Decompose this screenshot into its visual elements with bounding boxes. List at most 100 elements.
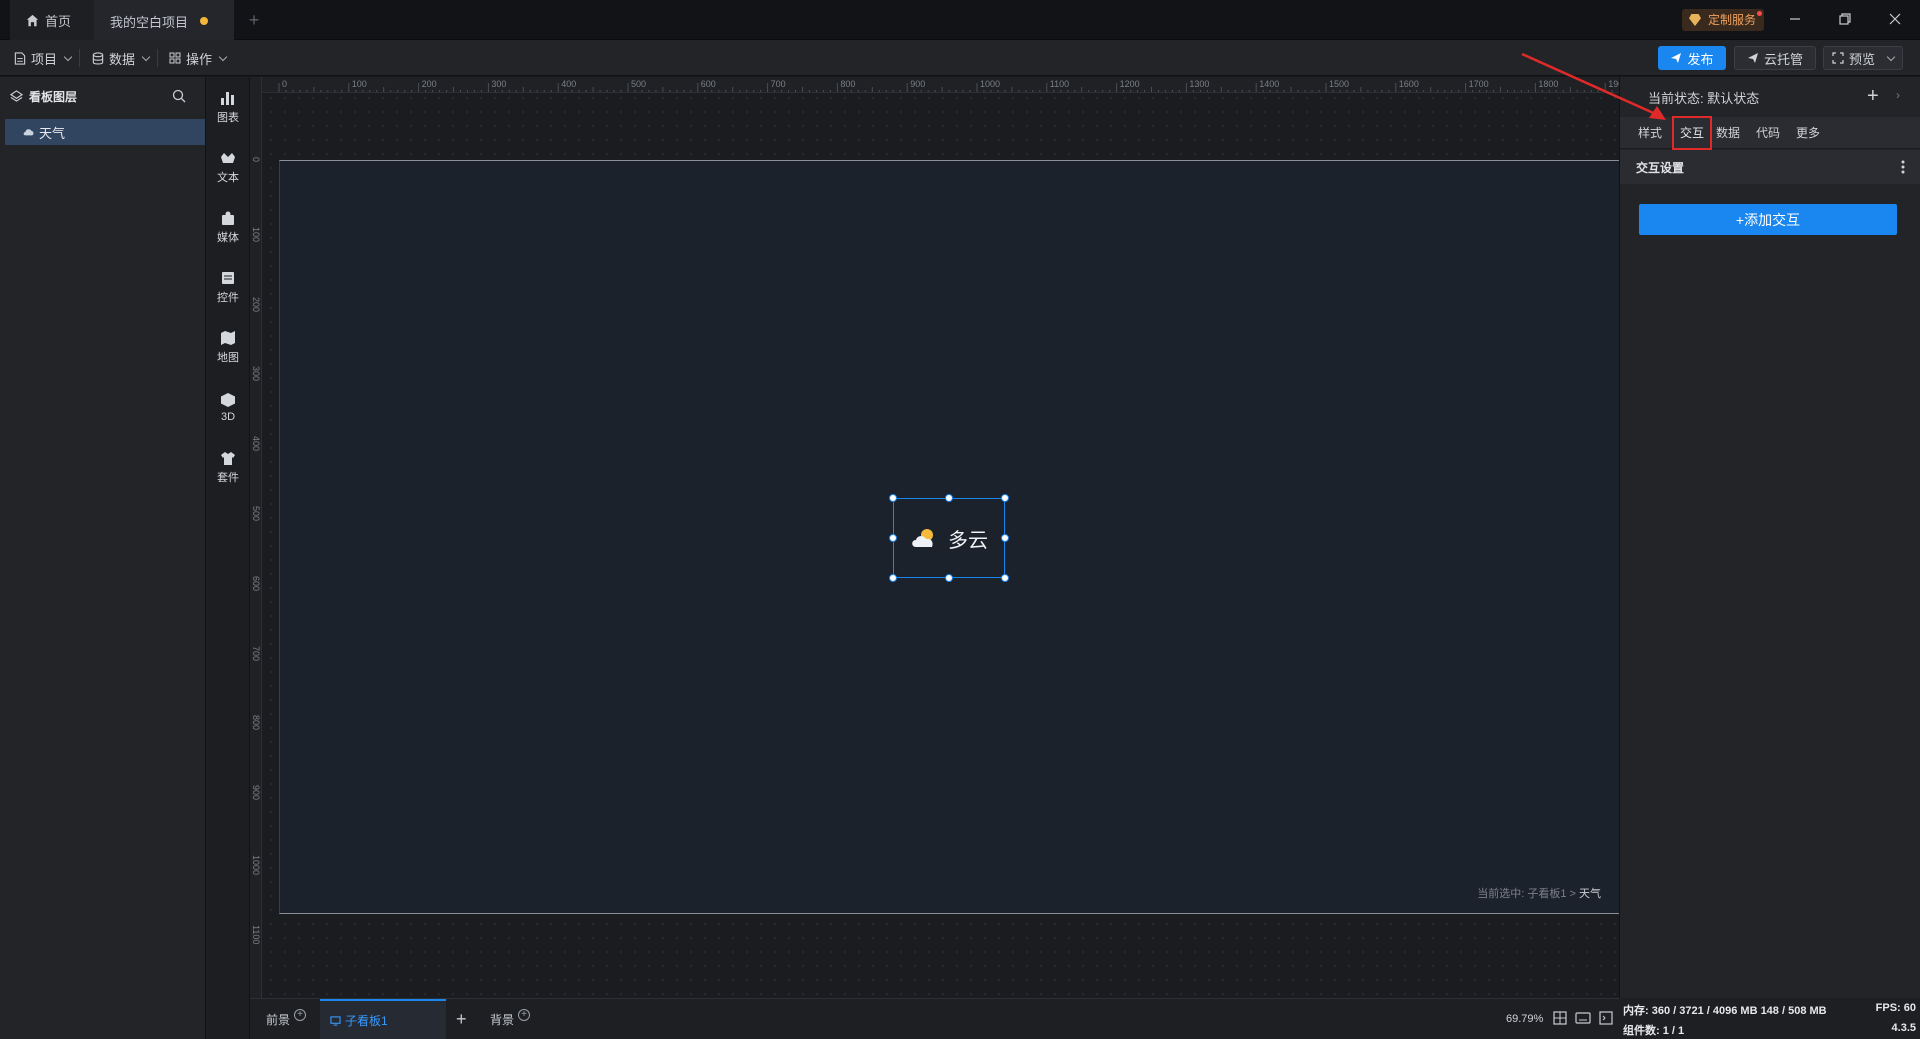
resize-handle[interactable] (1001, 494, 1009, 502)
status-bar: 内存: 360 / 3721 / 4096 MB 148 / 508 MB FP… (1619, 998, 1920, 1039)
version-label: 4.3.5 (1891, 1022, 1916, 1034)
resize-handle[interactable] (945, 494, 953, 502)
resize-handle[interactable] (1001, 574, 1009, 582)
menu-data-label: 数据 (109, 51, 136, 67)
minimize-icon[interactable] (1783, 8, 1807, 32)
layers-title: 看板图层 (29, 89, 78, 104)
component-chart-label: 图表 (217, 111, 239, 124)
ruler-tick-label: 1600 (1398, 79, 1419, 89)
kit-icon (221, 451, 235, 465)
ruler-tick-label: 500 (251, 506, 261, 522)
ruler-tick-label: 400 (251, 436, 261, 452)
add-foreground-icon[interactable]: + (294, 1008, 307, 1021)
resize-handle[interactable] (889, 534, 897, 542)
chevron-down-icon (63, 52, 73, 61)
selection-path-prefix: 当前选中: 子看板1 > (1477, 888, 1579, 900)
board-tabs-bar: 前景 + 子看板1 + 背景 + 69.79% (250, 998, 1619, 1039)
chevron-right-icon[interactable]: › (1896, 88, 1900, 102)
ruler-tick-label: 800 (840, 79, 856, 89)
layers-header: 看板图层 (0, 77, 205, 115)
add-interaction-label: +添加交互 (1735, 211, 1801, 228)
tab-home[interactable]: 首页 (10, 0, 94, 40)
menu-project-label: 项目 (31, 51, 58, 67)
component-media[interactable]: 媒体 (206, 203, 250, 251)
resize-handle[interactable] (889, 494, 897, 502)
resize-handle[interactable] (1001, 534, 1009, 542)
weather-widget[interactable]: 多云 (889, 494, 1009, 582)
media-icon (222, 211, 234, 225)
custom-service-button[interactable]: 定制服务 (1682, 9, 1765, 31)
component-chart[interactable]: 图表 (206, 83, 250, 131)
tab-code[interactable]: 代码 (1756, 117, 1780, 149)
bar-chart-icon (221, 91, 234, 105)
menu-operate[interactable]: 操作 (169, 48, 228, 68)
menu-operate-label: 操作 (186, 51, 213, 67)
component-kit[interactable]: 套件 (206, 443, 250, 491)
ruler-tick-label: 1000 (980, 79, 1001, 89)
foreground-tab[interactable]: 前景 + (266, 999, 307, 1039)
add-background-icon[interactable]: + (518, 1008, 531, 1021)
add-board-button[interactable]: + (456, 999, 467, 1039)
tab-more[interactable]: 更多 (1796, 117, 1820, 149)
ruler-tick-label: 300 (491, 79, 507, 89)
add-state-button[interactable]: + (1867, 85, 1879, 108)
partly-cloudy-icon (912, 529, 933, 547)
tab-project[interactable]: 我的空白项目 (94, 0, 234, 40)
component-3d[interactable]: 3D (206, 383, 250, 431)
grid-icon (169, 52, 181, 64)
restore-icon[interactable] (1833, 8, 1857, 32)
preview-button[interactable]: 预览 (1823, 46, 1903, 70)
publish-label: 发布 (1687, 51, 1714, 67)
component-text-label: 文本 (217, 171, 239, 184)
layer-item-weather[interactable]: 天气 (5, 119, 205, 145)
component-text[interactable]: 文本 (206, 143, 250, 191)
ruler-tick-label: 800 (251, 715, 261, 731)
ruler-tick-label: 1100 (1049, 79, 1070, 89)
menu-project[interactable]: 项目 (14, 48, 81, 68)
component-kit-label: 套件 (217, 471, 239, 484)
ruler-tick-label: 100 (251, 226, 261, 242)
component-map[interactable]: 地图 (206, 323, 250, 371)
menu-data[interactable]: 数据 (92, 48, 159, 68)
more-vertical-icon[interactable] (1901, 160, 1905, 174)
background-tab[interactable]: 背景 + (490, 999, 531, 1039)
unsaved-dot (200, 17, 209, 25)
ruler-tick-label: 300 (251, 366, 261, 382)
ruler-left: 0 100 200 300 400 500 600 700 800 900 1000 1100 (250, 77, 262, 998)
ruler-tick-label: 200 (421, 79, 437, 89)
new-tab-button[interactable]: + (244, 10, 264, 30)
resize-handle[interactable] (945, 574, 953, 582)
tab-data[interactable]: 数据 (1716, 117, 1740, 149)
ruler-tick-label: 600 (700, 79, 716, 89)
zoom-level[interactable]: 69.79% (1506, 1013, 1543, 1025)
ruler-top: 0 100 200 300 400 500 600 700 800 900 1000 1100 1200… (262, 77, 1619, 93)
cloud-hosting-button[interactable]: 云托管 (1734, 46, 1816, 70)
ruler-tick-label: 1400 (1259, 79, 1280, 89)
ruler-tick-label: 900 (251, 785, 261, 801)
home-icon (26, 14, 39, 26)
subboard-tab[interactable]: 子看板1 (320, 999, 446, 1039)
ruler-tick-label: 900 (910, 79, 926, 89)
fit-screen-icon[interactable] (1553, 1011, 1567, 1025)
add-interaction-button[interactable]: +添加交互 (1639, 204, 1897, 235)
ruler-tick-label: 0 (251, 157, 261, 163)
chevron-down-icon (218, 52, 228, 61)
component-count: 组件数: 1 / 1 (1623, 1025, 1685, 1037)
ruler-tick-label: 1000 (251, 855, 261, 876)
custom-service-label: 定制服务 (1708, 13, 1757, 27)
file-icon (14, 51, 26, 65)
layer-item-label: 天气 (39, 125, 66, 141)
search-icon[interactable] (172, 89, 186, 103)
terminal-icon[interactable] (1599, 1011, 1613, 1025)
annotation-arrow (1521, 52, 1666, 120)
background-label: 背景 (490, 1013, 515, 1027)
ruler-tick-label: 500 (631, 79, 647, 89)
ruler-tick-label: 600 (251, 575, 261, 591)
keyboard-icon[interactable] (1575, 1012, 1591, 1024)
component-control[interactable]: 控件 (206, 263, 250, 311)
resize-handle[interactable] (889, 574, 897, 582)
chevron-down-icon (141, 52, 151, 61)
close-icon[interactable] (1883, 8, 1907, 32)
notification-dot (1757, 11, 1763, 16)
tab-interaction[interactable]: 交互 (1672, 116, 1713, 150)
